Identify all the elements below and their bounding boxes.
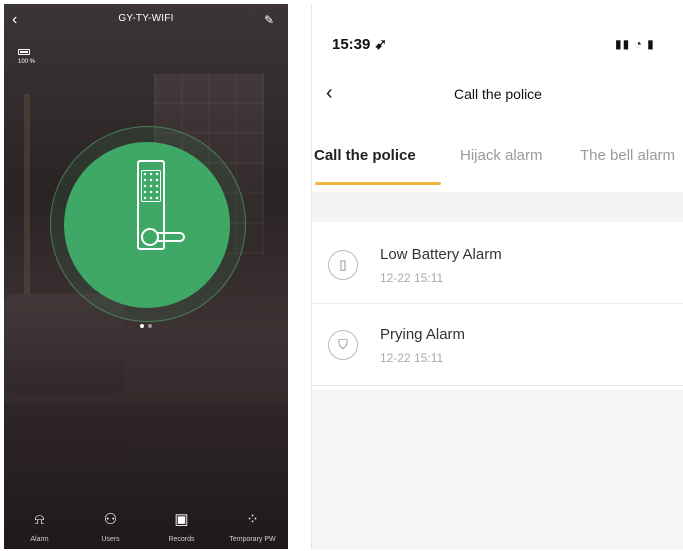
active-tab-indicator [315, 182, 441, 185]
lamp-decor [24, 94, 30, 294]
nav-item-temporary-pw[interactable]: ⁘ Temporary PW [217, 501, 288, 549]
list-item[interactable]: ▯ Low Battery Alarm 12-22 15:11 [312, 222, 683, 304]
page-title: Call the police [454, 86, 542, 102]
nav-bar: ‹ Call the police [312, 82, 683, 112]
battery-percent: 100 % [18, 59, 36, 65]
lock-home-screen: ‹ GY-TY-WIFI ✎ 100 % ⍾ Alarm ⚇ Users ▣ R… [4, 4, 288, 549]
top-bar: ‹ GY-TY-WIFI ✎ [4, 4, 288, 36]
nav-label: Records [168, 536, 195, 543]
empty-area [312, 390, 683, 549]
status-icons: ▮▮ ◔ ▮ [615, 37, 655, 51]
tab-hijack-alarm[interactable]: Hijack alarm [460, 147, 543, 164]
knob-graphic [141, 228, 159, 246]
keypad-icon: ⁘ [246, 511, 259, 528]
device-title: GY-TY-WIFI [118, 13, 174, 24]
nav-item-alarm[interactable]: ⍾ Alarm [4, 501, 75, 549]
alarm-title: Low Battery Alarm [380, 246, 502, 263]
bottom-nav: ⍾ Alarm ⚇ Users ▣ Records ⁘ Temporary PW [4, 501, 288, 549]
alarm-title: Prying Alarm [380, 326, 466, 343]
tab-call-the-police[interactable]: Call the police [314, 147, 416, 164]
shield-icon: ⛉ [328, 330, 358, 360]
alarm-time: 12-22 15:11 [380, 271, 444, 285]
stage: ‹ GY-TY-WIFI ✎ 100 % ⍾ Alarm ⚇ Users ▣ R… [0, 0, 683, 551]
tabs: Call the police Hijack alarm The bell al… [312, 147, 683, 191]
nav-label: Users [101, 536, 120, 543]
calendar-icon: ▣ [174, 511, 189, 528]
section-separator [312, 192, 683, 222]
status-time: 15:39 ➹ [332, 36, 388, 53]
page-indicator [140, 324, 152, 328]
alarm-time: 12-22 15:11 [380, 351, 444, 365]
nav-item-records[interactable]: ▣ Records [146, 501, 217, 549]
keypad-graphic [141, 170, 161, 202]
nav-item-users[interactable]: ⚇ Users [75, 501, 146, 549]
nav-label: Temporary PW [229, 536, 276, 543]
alarm-icon: ⍾ [34, 511, 45, 528]
nav-label: Alarm [30, 536, 49, 543]
battery-icon [18, 49, 30, 55]
alarm-screen: 15:39 ➹ ▮▮ ◔ ▮ ‹ Call the police Call th… [311, 4, 683, 549]
edit-icon[interactable]: ✎ [264, 13, 278, 27]
list-item[interactable]: ⛉ Prying Alarm 12-22 15:11 [312, 304, 683, 386]
users-icon: ⚇ [103, 511, 118, 528]
tab-bell-alarm[interactable]: The bell alarm [580, 147, 675, 164]
battery-icon: ▯ [328, 250, 358, 280]
